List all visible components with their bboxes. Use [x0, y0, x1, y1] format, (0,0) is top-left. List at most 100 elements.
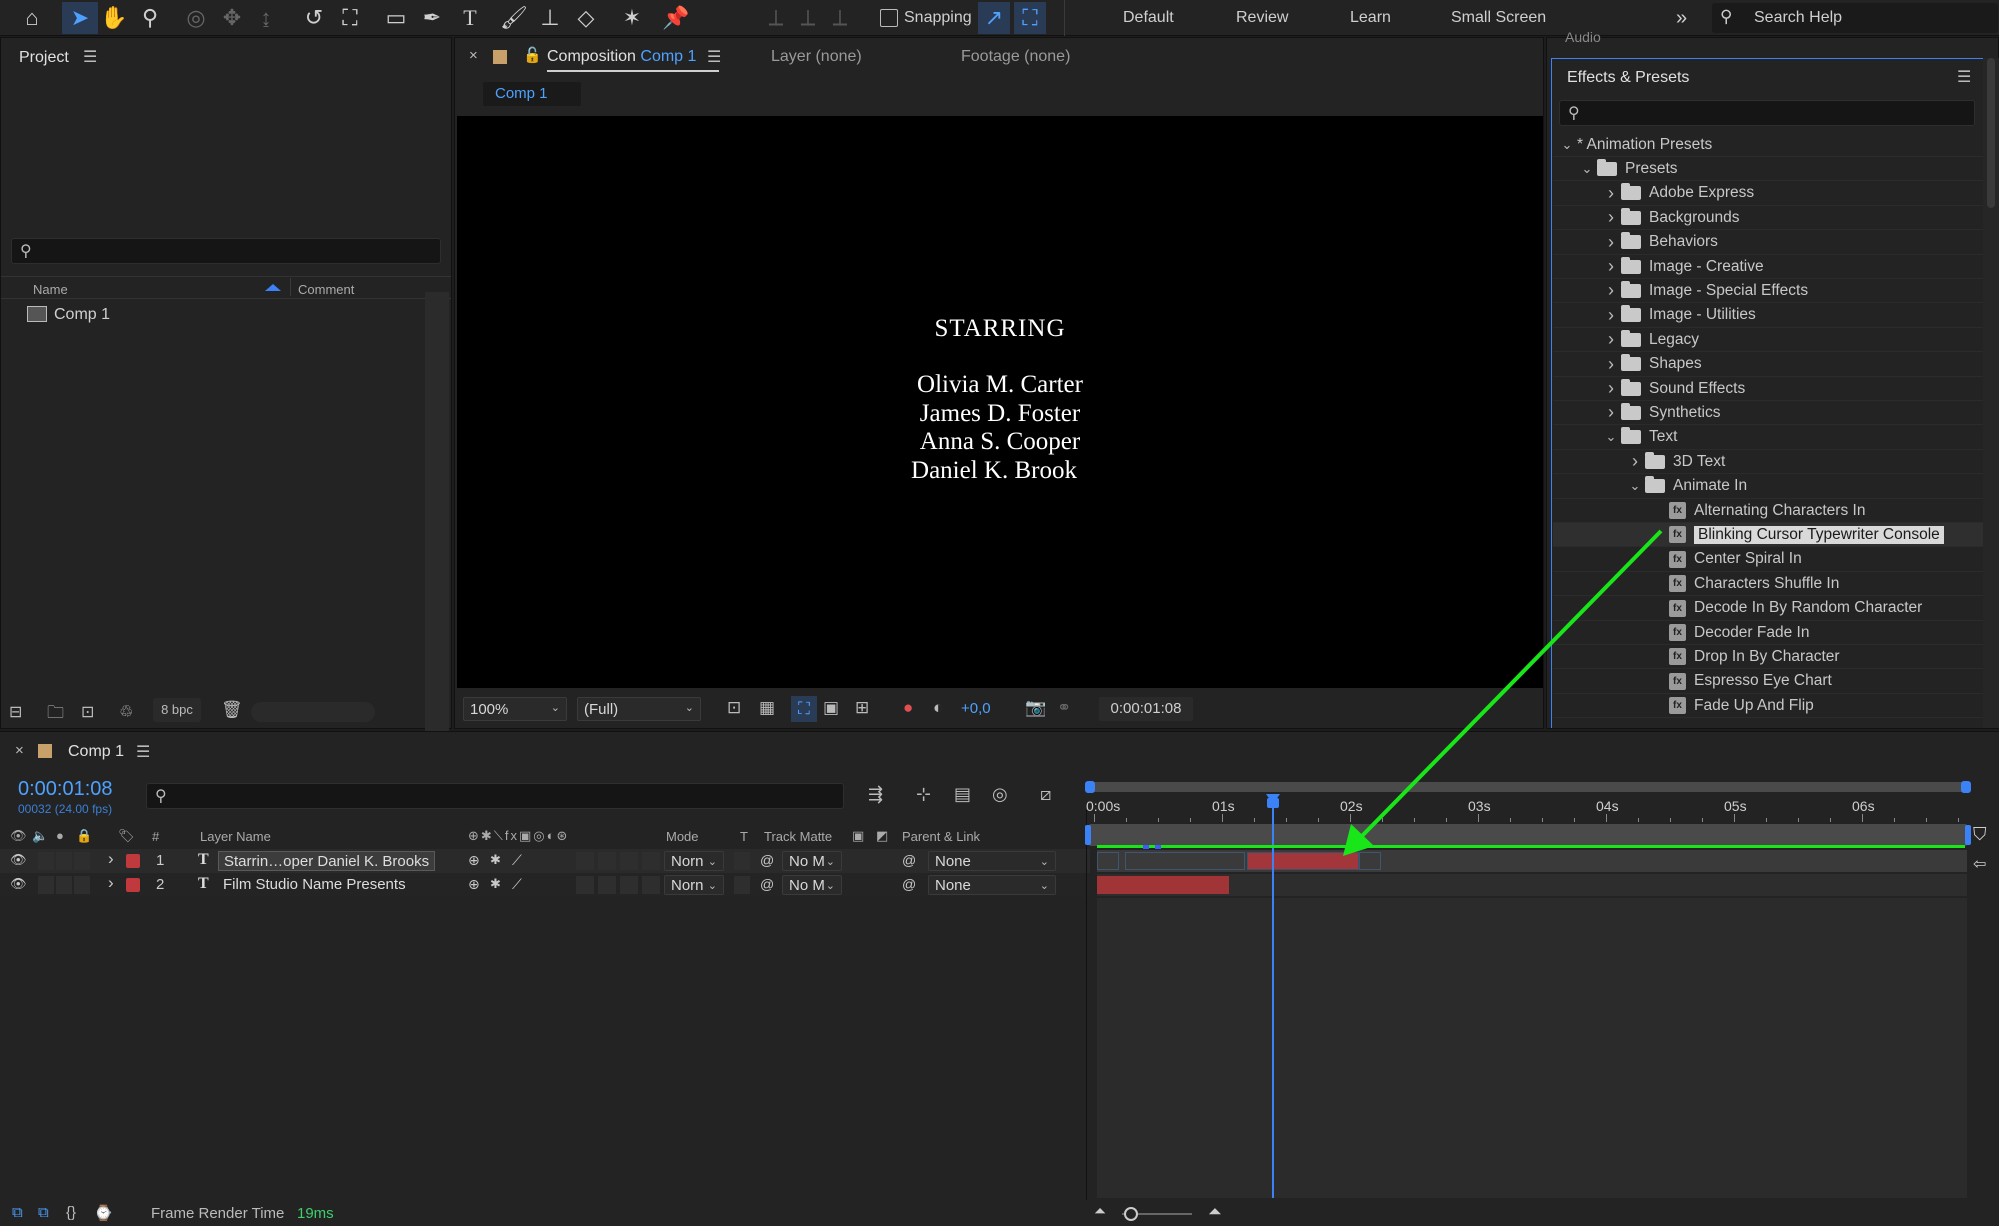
effects-tree-item[interactable]: › Image - Utilities: [1553, 304, 1983, 328]
project-panel-title[interactable]: Project: [19, 49, 69, 67]
effects-tree-item[interactable]: fx Center Spiral In: [1553, 548, 1983, 572]
trash-icon[interactable]: 🗑: [221, 700, 243, 720]
column-mode[interactable]: Mode: [666, 829, 699, 844]
project-search-input[interactable]: ⚲: [11, 238, 441, 264]
chevron-down-icon[interactable]: ⌄: [1601, 429, 1621, 445]
layer-switch-3d[interactable]: [642, 876, 660, 894]
pen-tool-icon[interactable]: ✒: [414, 2, 450, 34]
eye-icon[interactable]: 👁: [10, 852, 27, 868]
collapse-switch-icon[interactable]: ✱: [490, 876, 501, 892]
solo-switch-icon[interactable]: ●: [56, 828, 64, 843]
interpret-footage-icon[interactable]: ⊟: [9, 702, 22, 722]
toggle-modes-icon[interactable]: ⧉: [38, 1204, 49, 1221]
type-tool-icon[interactable]: T: [452, 2, 488, 34]
workspace-learn[interactable]: Learn: [1350, 0, 1391, 36]
layer-row[interactable]: 👁 › 1 T Starrin…oper Daniel K. Brooks ⊕ ✱ ⟋ Norn…: [0, 849, 1090, 873]
matte-pickwhip-icon[interactable]: @: [760, 876, 774, 892]
effects-tree-item[interactable]: fx Alternating Characters In: [1553, 499, 1983, 523]
close-tab-icon[interactable]: ×: [15, 742, 24, 759]
toggle-render-time-icon[interactable]: ⌚: [94, 1204, 113, 1222]
layer-label-color[interactable]: [126, 878, 140, 892]
chevron-right-icon[interactable]: ›: [1601, 207, 1621, 228]
draft-3d-icon[interactable]: ⊹: [916, 784, 931, 805]
reset-exposure-icon[interactable]: ◐: [933, 698, 943, 718]
layer-switch-adj[interactable]: [620, 876, 638, 894]
timeline-search-input[interactable]: ⚲: [146, 783, 844, 809]
fast-previews-icon[interactable]: ⊡: [727, 698, 741, 718]
audio-toggle[interactable]: [38, 876, 54, 894]
layer-1-bar[interactable]: [1247, 852, 1359, 870]
layer-1-segment[interactable]: [1359, 852, 1381, 870]
tab-layer[interactable]: Layer (none): [771, 48, 862, 66]
chevron-down-icon[interactable]: ⌄: [1557, 137, 1577, 153]
effects-tree-item[interactable]: › Adobe Express: [1553, 182, 1983, 206]
close-tab-icon[interactable]: ×: [469, 47, 478, 64]
column-track-matte[interactable]: Track Matte: [764, 829, 832, 844]
panel-splitter[interactable]: [1086, 810, 1087, 1200]
effects-menu-icon[interactable]: ☰: [1957, 67, 1971, 87]
puppet-pin-tool-icon[interactable]: 📌: [658, 2, 694, 34]
timeline-empty-area[interactable]: [1097, 898, 1967, 1198]
workspace-default[interactable]: Default: [1123, 0, 1174, 36]
view-axis-icon[interactable]: ⟂: [822, 2, 858, 34]
parent-pickwhip-icon[interactable]: @: [902, 852, 916, 868]
range-start-handle[interactable]: [1085, 825, 1091, 845]
effects-tree-item[interactable]: › 3D Text: [1553, 450, 1983, 475]
lock-toggle[interactable]: [74, 852, 90, 870]
matte-switch-icon[interactable]: ▣: [852, 828, 864, 844]
chevron-right-icon[interactable]: ›: [1601, 305, 1621, 326]
show-snapshot-icon[interactable]: ⚭: [1057, 698, 1071, 718]
matte-pickwhip-icon[interactable]: @: [760, 852, 774, 868]
effects-tree-item[interactable]: fx Decode In By Random Character: [1553, 597, 1983, 621]
effects-scrollbar-track[interactable]: [1983, 58, 1999, 728]
bit-depth-button[interactable]: 8 bpc: [153, 698, 201, 722]
layer-switch-mb[interactable]: [598, 852, 616, 870]
blend-mode-dropdown[interactable]: Norn ⌄: [664, 875, 724, 895]
transparency-grid-icon[interactable]: ▦: [759, 698, 775, 718]
effects-tree-item[interactable]: › Legacy: [1553, 328, 1983, 353]
chevron-right-icon[interactable]: ›: [108, 873, 114, 893]
blend-mode-dropdown[interactable]: Norn ⌄: [664, 851, 724, 871]
channel-icon[interactable]: ●: [903, 698, 913, 718]
dolly-camera-icon[interactable]: ↨: [248, 2, 284, 34]
audio-switch-icon[interactable]: 🔈: [32, 828, 48, 844]
composition-canvas[interactable]: STARRING Olivia M. Carter James D. Foste…: [457, 116, 1543, 688]
work-area-bar[interactable]: [1085, 781, 1971, 793]
effects-tree-item[interactable]: ⌄ Animate In: [1553, 475, 1983, 499]
effects-tree-item[interactable]: › Behaviors: [1553, 231, 1983, 255]
project-menu-icon[interactable]: ☰: [83, 47, 97, 67]
track-matte-dropdown[interactable]: No M ⌄: [782, 851, 842, 871]
chevron-right-icon[interactable]: ›: [1601, 256, 1621, 277]
parent-dropdown[interactable]: None ⌄: [928, 875, 1056, 895]
track-matte-dropdown[interactable]: No M ⌄: [782, 875, 842, 895]
layer-switch-adj[interactable]: [620, 852, 638, 870]
label-icon[interactable]: 🏷: [118, 828, 135, 844]
effects-tree-item[interactable]: ⌄ Presets: [1553, 157, 1983, 182]
workspace-review[interactable]: Review: [1236, 0, 1288, 36]
zoom-dropdown[interactable]: 100% ⌄: [463, 697, 567, 721]
parent-pickwhip-icon[interactable]: @: [902, 876, 916, 892]
effects-tree-item[interactable]: fx Fade Up And Flip: [1553, 694, 1983, 719]
layer-switch-fx[interactable]: [576, 852, 594, 870]
effects-tree-item[interactable]: fx Drop In By Character: [1553, 645, 1983, 670]
effects-tree-item[interactable]: › Backgrounds: [1553, 206, 1983, 231]
region-of-interest-icon[interactable]: ▣: [823, 698, 839, 718]
audio-panel-clipped-header[interactable]: Audio: [1565, 32, 1601, 44]
layer-name[interactable]: Film Studio Name Presents: [218, 875, 411, 895]
chevron-right-icon[interactable]: ›: [1601, 183, 1621, 204]
zoom-out-icon[interactable]: ⏶: [1094, 1203, 1106, 1220]
mask-visibility-icon[interactable]: ⛶: [791, 696, 817, 722]
snapshot-icon[interactable]: 📷: [1025, 698, 1046, 718]
tab-composition[interactable]: Composition Comp 1: [547, 48, 696, 66]
snapping-checkbox[interactable]: [880, 9, 898, 27]
new-composition-icon[interactable]: ⊡: [81, 702, 94, 722]
adjust-project-icon[interactable]: ♲: [119, 702, 133, 722]
project-item[interactable]: Comp 1: [54, 306, 110, 324]
chevron-right-icon[interactable]: ›: [1601, 402, 1621, 423]
project-scrollbar[interactable]: [425, 292, 449, 732]
column-layer-name[interactable]: Layer Name: [200, 829, 271, 844]
effects-search-input[interactable]: ⚲: [1559, 100, 1975, 126]
layer-switch-mb[interactable]: [598, 876, 616, 894]
quality-switch-icon[interactable]: ⟋: [512, 876, 522, 893]
exposure-value[interactable]: +0,0: [961, 700, 991, 717]
